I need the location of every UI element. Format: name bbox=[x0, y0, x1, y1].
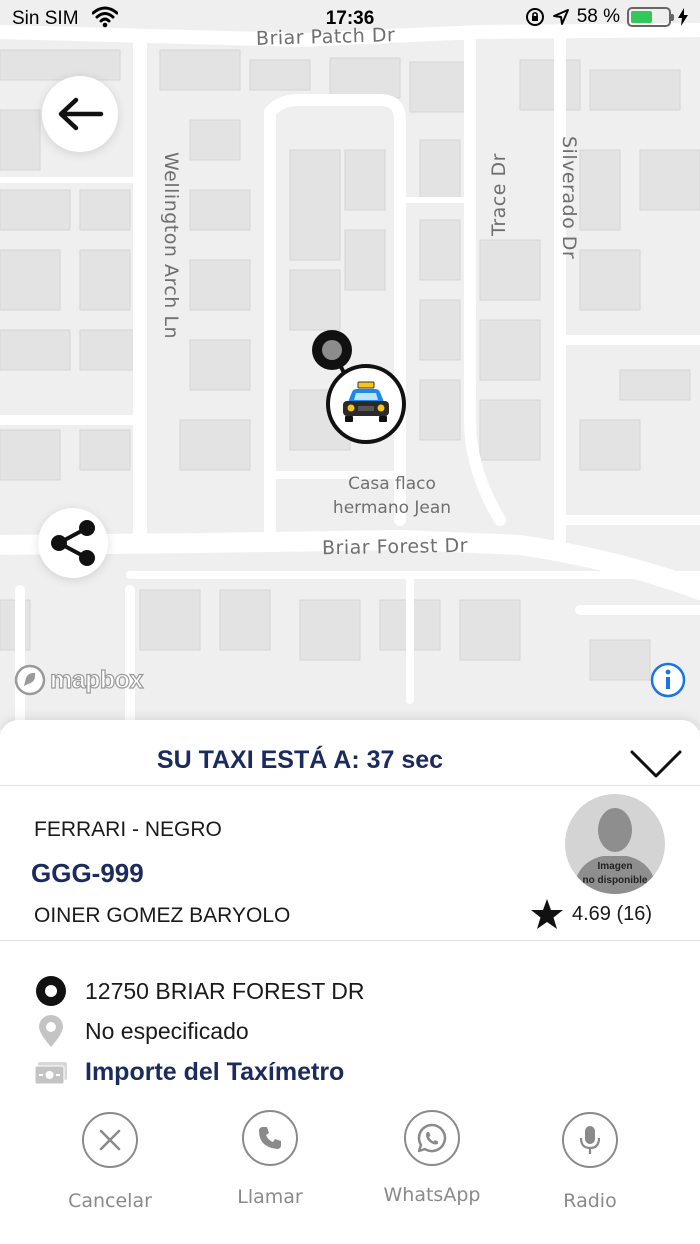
fare-row[interactable]: Importe del Taxímetro bbox=[34, 1058, 344, 1087]
radio-button[interactable]: Radio bbox=[520, 1112, 660, 1212]
map-view[interactable]: Briar Patch Dr Wellington Arch Ln Trace … bbox=[0, 0, 700, 730]
poi-label-line1: Casa flaco bbox=[348, 474, 436, 494]
eta-text: SU TAXI ESTÁ A: 37 sec bbox=[156, 746, 444, 774]
call-label: Llamar bbox=[237, 1186, 303, 1208]
battery-percent: 58 % bbox=[576, 6, 620, 27]
driver-rating: 4.69 (16) bbox=[530, 898, 652, 930]
driver-info: FERRARI - NEGRO GGG-999 OINER GOMEZ BARY… bbox=[0, 786, 700, 941]
mapbox-wordmark: mapbox bbox=[49, 665, 144, 694]
call-button-circle bbox=[242, 1110, 298, 1166]
cancel-button[interactable]: Cancelar bbox=[40, 1112, 180, 1212]
whatsapp-icon bbox=[417, 1123, 447, 1153]
microphone-icon bbox=[579, 1126, 601, 1154]
pickup-row: 12750 BRIAR FOREST DR bbox=[34, 974, 365, 1008]
street-label-wellington: Wellington Arch Ln bbox=[160, 152, 182, 340]
info-icon[interactable] bbox=[650, 662, 686, 698]
location-arrow-icon bbox=[552, 9, 569, 25]
driver-name: OINER GOMEZ BARYOLO bbox=[34, 904, 291, 927]
mapbox-logo[interactable]: mapbox bbox=[14, 664, 144, 696]
cancel-button-circle bbox=[82, 1112, 138, 1168]
taxi-marker[interactable] bbox=[326, 364, 406, 444]
cash-icon bbox=[34, 1061, 67, 1084]
poi-label-line2: hermano Jean bbox=[332, 498, 452, 518]
trip-panel: SU TAXI ESTÁ A: 37 sec FERRARI - NEGRO G… bbox=[0, 720, 700, 1244]
status-right: 58 % bbox=[525, 6, 688, 28]
destination-text: No especificado bbox=[85, 1017, 249, 1044]
whatsapp-label: WhatsApp bbox=[383, 1184, 481, 1206]
street-label-silverado: Silverado Dr bbox=[558, 136, 580, 260]
poi-label: Casa flaco hermano Jean bbox=[330, 472, 454, 520]
license-plate: GGG-999 bbox=[31, 858, 144, 888]
eta-header[interactable]: SU TAXI ESTÁ A: 37 sec bbox=[0, 720, 700, 786]
destination-row[interactable]: No especificado bbox=[34, 1014, 249, 1048]
fare-link[interactable]: Importe del Taxímetro bbox=[85, 1058, 344, 1087]
photo-placeholder-caption: Imagen no disponible bbox=[565, 860, 665, 888]
charging-bolt-icon bbox=[678, 8, 688, 26]
driver-avatar: Imagen no disponible bbox=[565, 794, 665, 894]
whatsapp-button[interactable]: WhatsApp bbox=[362, 1110, 502, 1206]
street-label-briar-forest: Briar Forest Dr bbox=[321, 534, 469, 560]
radio-button-circle bbox=[562, 1112, 618, 1168]
call-button[interactable]: Llamar bbox=[200, 1110, 340, 1208]
back-button[interactable] bbox=[42, 76, 118, 152]
photo-caption-line2: no disponible bbox=[582, 875, 648, 886]
pickup-address: 12750 BRIAR FOREST DR bbox=[85, 977, 365, 1004]
status-bar: Sin SIM 17:36 58 % bbox=[0, 0, 700, 40]
cancel-label: Cancelar bbox=[68, 1190, 152, 1212]
mapbox-icon bbox=[14, 664, 46, 696]
battery-icon bbox=[627, 7, 674, 27]
radio-label: Radio bbox=[563, 1190, 617, 1212]
share-icon bbox=[51, 520, 95, 566]
share-button[interactable] bbox=[38, 508, 108, 578]
chevron-down-icon[interactable] bbox=[628, 748, 684, 780]
phone-icon bbox=[259, 1127, 281, 1149]
battery-fill bbox=[631, 11, 652, 23]
rating-value: 4.69 (16) bbox=[572, 902, 653, 925]
pickup-origin-icon bbox=[36, 976, 66, 1006]
orientation-lock-icon bbox=[525, 8, 544, 26]
vehicle-description: FERRARI - NEGRO bbox=[34, 818, 222, 841]
photo-caption-line1: Imagen bbox=[597, 861, 633, 872]
whatsapp-button-circle bbox=[404, 1110, 460, 1166]
star-icon bbox=[531, 899, 563, 929]
close-icon bbox=[99, 1129, 121, 1151]
street-label-trace: Trace Dr bbox=[488, 153, 510, 236]
action-bar: Cancelar Llamar WhatsApp Radio bbox=[0, 1110, 700, 1220]
map-pin-icon bbox=[39, 1015, 63, 1047]
taxi-car-icon bbox=[343, 381, 389, 422]
arrow-left-icon bbox=[58, 97, 104, 131]
